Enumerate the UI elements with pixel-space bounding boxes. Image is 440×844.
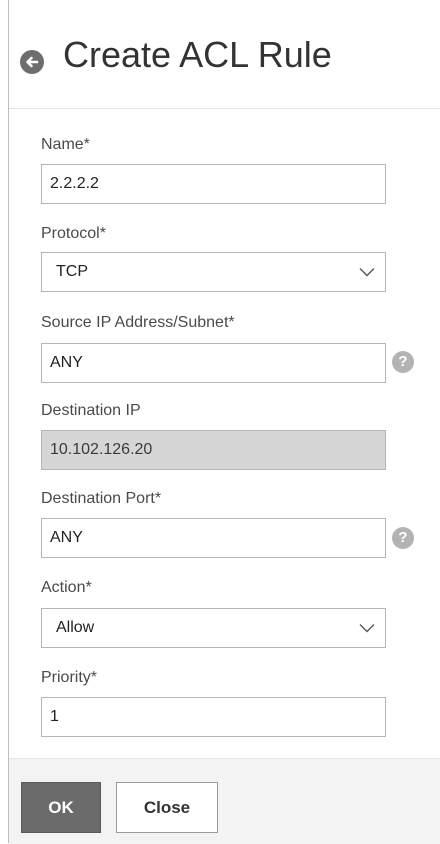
action-label: Action* [41,579,92,596]
name-input[interactable] [41,164,386,204]
destination-ip-label: Destination IP [41,402,141,419]
ok-button[interactable]: OK [21,782,101,833]
action-select[interactable]: Allow [41,608,386,648]
source-ip-help-icon[interactable]: ? [392,351,414,373]
close-button[interactable]: Close [116,782,218,833]
panel-header: Create ACL Rule [9,0,440,109]
name-label: Name* [41,136,90,153]
priority-label: Priority* [41,669,98,686]
chevron-down-icon [359,268,375,277]
destination-port-help-icon[interactable]: ? [392,527,414,549]
destination-port-input[interactable] [41,518,386,558]
create-acl-rule-panel: Create ACL Rule Name* Protocol* TCP Sour… [8,0,440,844]
chevron-down-icon [359,624,375,633]
protocol-select[interactable]: TCP [41,252,386,292]
source-ip-label: Source IP Address/Subnet* [41,314,235,331]
priority-input[interactable] [41,697,386,737]
dialog-footer: OK Close [9,758,440,844]
back-arrow-icon[interactable] [20,50,44,74]
protocol-label: Protocol* [41,225,106,242]
destination-ip-input [41,430,386,470]
action-selected-value: Allow [56,619,95,636]
page-title: Create ACL Rule [63,34,332,75]
source-ip-input[interactable] [41,343,386,383]
protocol-selected-value: TCP [56,263,88,280]
destination-port-label: Destination Port* [41,490,162,507]
